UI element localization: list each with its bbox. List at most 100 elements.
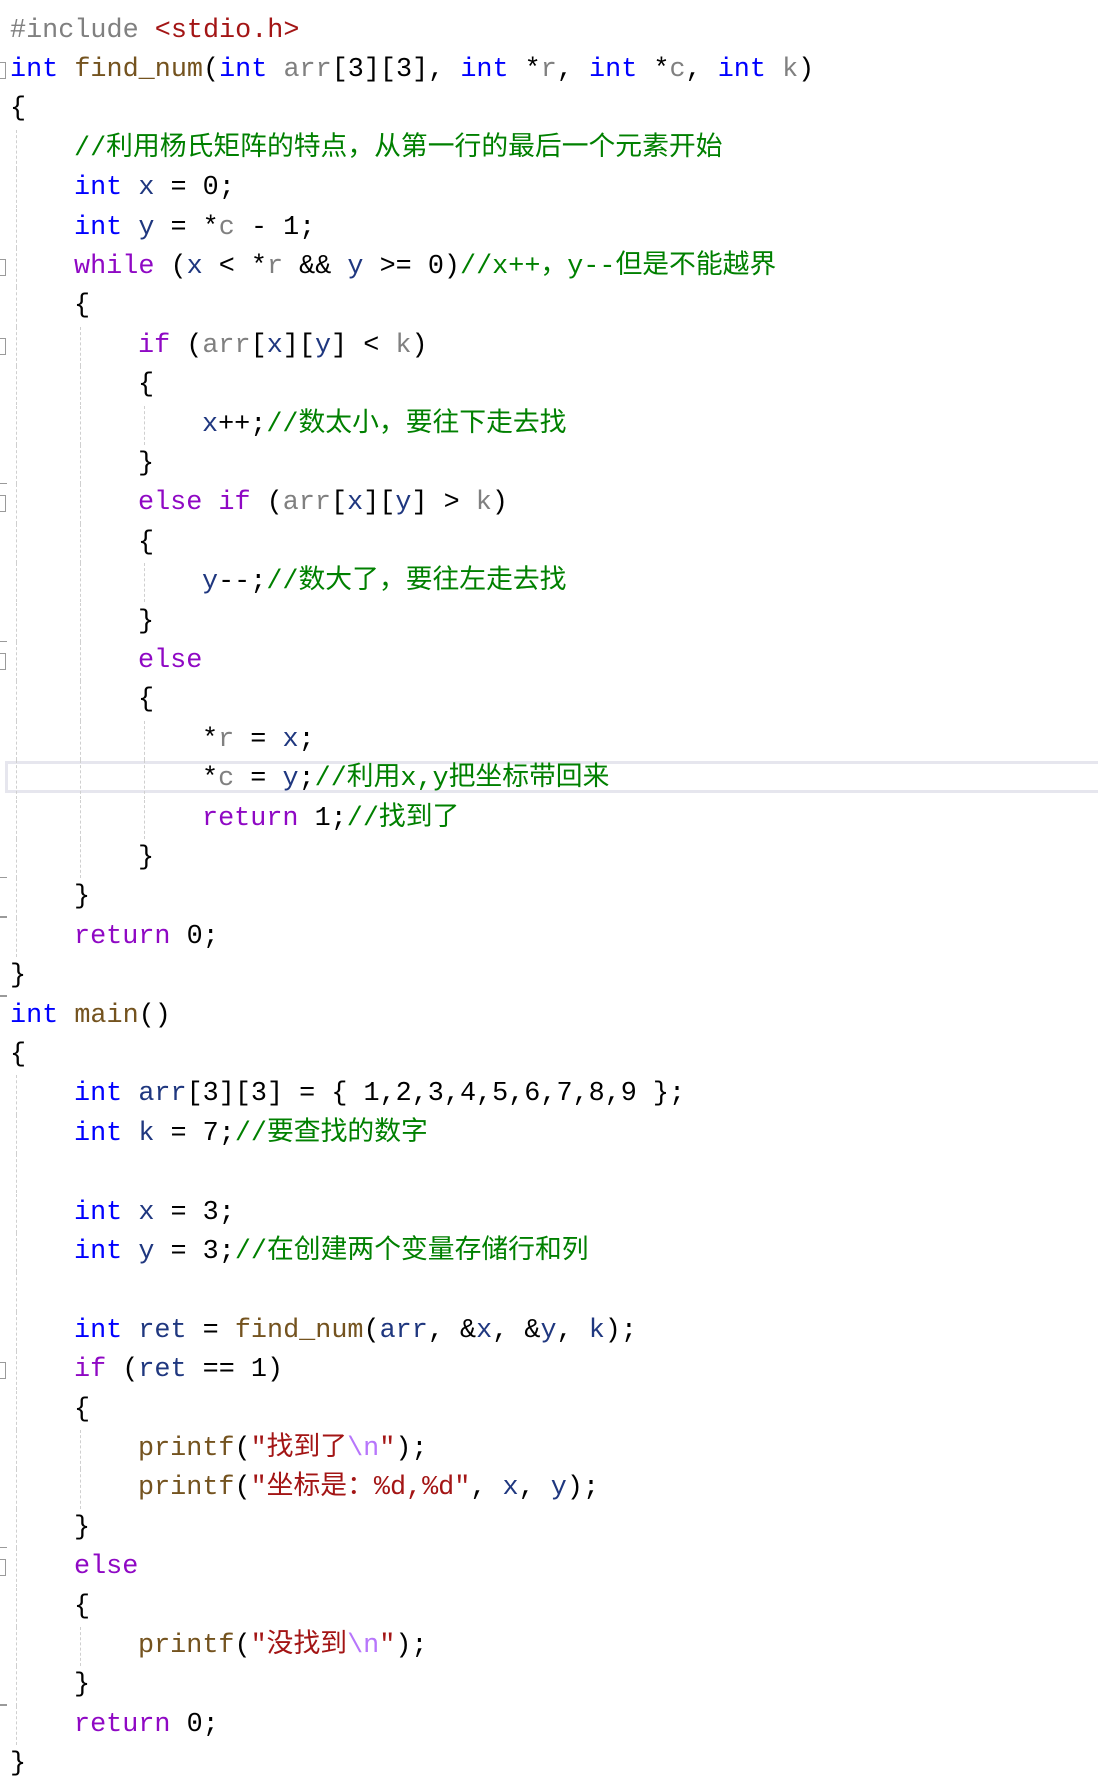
brace: } xyxy=(74,1670,91,1701)
code-line[interactable]: } xyxy=(0,602,1098,642)
punctuation: 0; xyxy=(170,921,219,952)
code-line[interactable]: x++;//数太小，要往下走去找 xyxy=(0,405,1098,445)
string-literal: "没找到 xyxy=(250,1630,348,1661)
punctuation: 1; xyxy=(298,803,347,834)
code-text: int x = 0; xyxy=(74,169,235,208)
punctuation: == 1) xyxy=(186,1355,284,1386)
keyword: int xyxy=(74,1118,123,1149)
punctuation xyxy=(122,1237,138,1267)
code-text: printf("没找到\n"); xyxy=(138,1627,428,1666)
punctuation xyxy=(122,1316,138,1346)
brace: { xyxy=(10,1039,27,1070)
code-line[interactable]: if (arr[x][y] < k) xyxy=(0,326,1098,367)
code-line[interactable]: int ret = find_num(arr, &x, &y, k); xyxy=(0,1311,1098,1352)
indent-guide xyxy=(16,720,17,761)
local-variable: x xyxy=(476,1315,493,1346)
punctuation: = xyxy=(186,1315,235,1346)
code-line[interactable]: else if (arr[x][y] > k) xyxy=(0,484,1098,524)
code-line[interactable]: { xyxy=(0,1036,1098,1075)
fold-toggle-icon[interactable] xyxy=(0,337,6,355)
brace: { xyxy=(138,685,155,716)
code-line[interactable]: } xyxy=(0,957,1098,997)
parameter: r xyxy=(540,54,557,85)
code-line[interactable]: int arr[3][3] = { 1,2,3,4,5,6,7,8,9 }; xyxy=(0,1075,1098,1115)
code-line[interactable]: { xyxy=(0,1587,1098,1627)
control-keyword: if xyxy=(74,1355,107,1386)
code-line[interactable]: } xyxy=(0,1508,1098,1549)
punctuation: = 7; xyxy=(154,1118,235,1149)
code-editor[interactable]: #include <stdio.h> int find_num(int arr[3… xyxy=(0,0,1098,1779)
punctuation xyxy=(122,213,138,243)
punctuation: ( xyxy=(234,1473,251,1504)
keyword: int xyxy=(74,1315,123,1346)
code-line[interactable]: if (ret == 1) xyxy=(0,1351,1098,1391)
local-variable: arr xyxy=(379,1315,428,1346)
code-text: //利用杨氏矩阵的特点，从第一行的最后一个元素开始 xyxy=(74,130,723,169)
indent-guide xyxy=(80,838,81,879)
code-line[interactable]: int find_num(int arr[3][3], int *r, int … xyxy=(0,51,1098,90)
code-line[interactable]: { xyxy=(0,90,1098,129)
fold-toggle-icon[interactable] xyxy=(0,1559,6,1577)
code-line[interactable]: int main() xyxy=(0,997,1098,1036)
brace: { xyxy=(138,527,155,558)
code-line[interactable]: } xyxy=(0,838,1098,879)
function-name: printf xyxy=(138,1630,235,1661)
code-line[interactable]: { xyxy=(0,523,1098,564)
punctuation: ( xyxy=(234,1630,251,1661)
function-name: printf xyxy=(138,1433,235,1464)
keyword: int xyxy=(74,1197,123,1228)
code-line[interactable]: printf("没找到\n"); xyxy=(0,1626,1098,1667)
punctuation: ( xyxy=(363,1315,380,1346)
indent-guide xyxy=(80,484,81,524)
code-line[interactable]: } xyxy=(0,444,1098,485)
code-line[interactable]: else xyxy=(0,1548,1098,1588)
code-line[interactable] xyxy=(0,1272,1098,1312)
keyword: int xyxy=(10,54,59,85)
punctuation: = xyxy=(234,724,283,755)
string-literal: "坐标是：%d,%d" xyxy=(250,1473,471,1504)
code-line[interactable]: printf("坐标是：%d,%d", x, y); xyxy=(0,1469,1098,1509)
fold-toggle-icon[interactable] xyxy=(0,61,6,79)
code-line[interactable]: else xyxy=(0,641,1098,682)
code-line[interactable]: int x = 0; xyxy=(0,169,1098,209)
code-line[interactable]: return 0; xyxy=(0,917,1098,958)
brace: { xyxy=(74,1394,91,1425)
string-literal: " xyxy=(379,1433,396,1464)
code-line[interactable]: int y = 3;//在创建两个变量存储行和列 xyxy=(0,1232,1098,1273)
code-line[interactable] xyxy=(0,1154,1098,1194)
code-line[interactable]: *c = y;//利用x,y把坐标带回来 xyxy=(0,760,1098,800)
code-line[interactable]: return 0; xyxy=(0,1705,1098,1746)
code-line[interactable]: while (x < *r && y >= 0)//x++，y--但是不能越界 xyxy=(0,247,1098,288)
code-line[interactable]: y--;//数大了，要往左走去找 xyxy=(0,563,1098,603)
code-line[interactable]: int y = *c - 1; xyxy=(0,208,1098,248)
indent-guide xyxy=(80,1429,81,1470)
indent-guide xyxy=(16,1311,17,1352)
code-text: } xyxy=(138,445,154,484)
code-text: return 1;//找到了 xyxy=(202,800,459,839)
code-line[interactable]: { xyxy=(0,1390,1098,1430)
fold-toggle-icon[interactable] xyxy=(0,652,6,670)
code-line[interactable]: //利用杨氏矩阵的特点，从第一行的最后一个元素开始 xyxy=(0,129,1098,170)
code-line[interactable]: printf("找到了\n"); xyxy=(0,1429,1098,1470)
indent-guide xyxy=(16,1666,17,1706)
fold-toggle-icon[interactable] xyxy=(0,1362,6,1380)
indent-guide xyxy=(80,681,81,721)
code-line[interactable]: *r = x; xyxy=(0,720,1098,761)
code-line[interactable]: int k = 7;//要查找的数字 xyxy=(0,1114,1098,1155)
code-line[interactable]: } xyxy=(0,1745,1098,1784)
code-line[interactable]: } xyxy=(0,878,1098,918)
code-line[interactable]: { xyxy=(0,681,1098,721)
code-line[interactable]: int x = 3; xyxy=(0,1193,1098,1233)
punctuation: * xyxy=(637,54,670,85)
fold-toggle-icon[interactable] xyxy=(0,258,6,276)
fold-toggle-icon[interactable] xyxy=(0,495,6,513)
code-line[interactable]: { xyxy=(0,287,1098,327)
code-line[interactable]: #include <stdio.h> xyxy=(0,12,1098,51)
punctuation: = xyxy=(234,764,283,795)
punctuation: ; xyxy=(298,724,315,755)
code-line[interactable]: return 1;//找到了 xyxy=(0,799,1098,839)
local-variable: y xyxy=(550,1473,567,1504)
indent-guide xyxy=(16,326,17,367)
code-line[interactable]: } xyxy=(0,1666,1098,1706)
code-line[interactable]: { xyxy=(0,366,1098,406)
